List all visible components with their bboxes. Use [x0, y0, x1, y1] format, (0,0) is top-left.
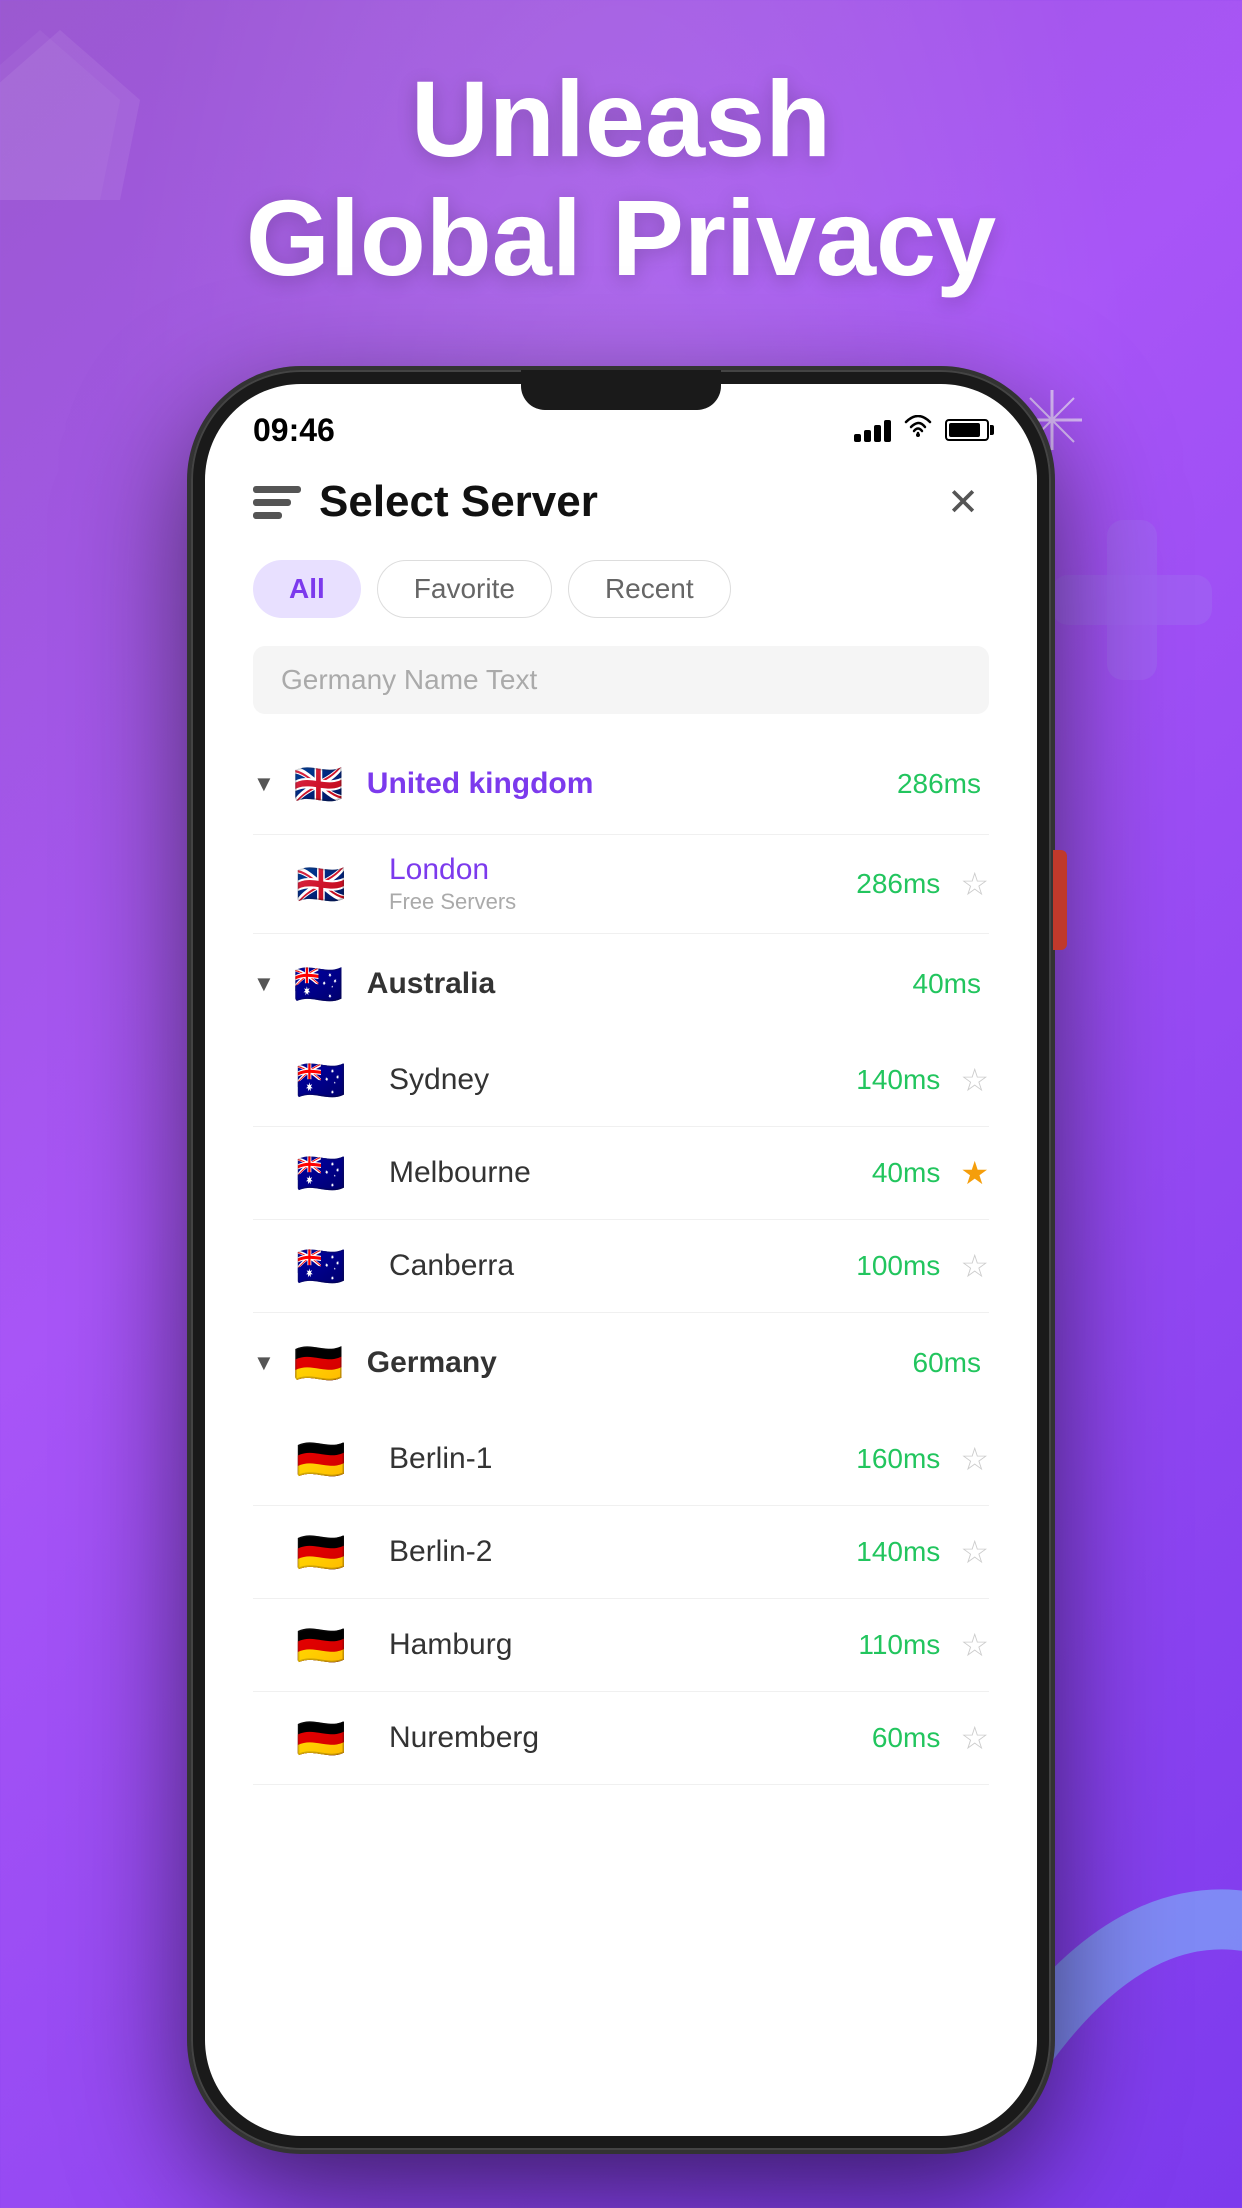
- ping-canberra: 100ms: [856, 1250, 940, 1282]
- city-name-berlin2: Berlin-2: [389, 1535, 856, 1569]
- city-name-sydney: Sydney: [389, 1063, 856, 1097]
- country-name-de: Germany: [367, 1346, 913, 1380]
- flag-de: 🇩🇪: [291, 1335, 347, 1391]
- city-name-nuremberg: Nuremberg: [389, 1721, 872, 1755]
- ping-nuremberg: 60ms: [872, 1722, 940, 1754]
- flag-london: 🇬🇧: [293, 856, 349, 912]
- app-main-content: Select Server ✕ All Favorite Recent Germ…: [205, 456, 1037, 1785]
- city-info-melbourne: Melbourne: [389, 1156, 872, 1190]
- ping-london: 286ms: [856, 868, 940, 900]
- city-row-melbourne[interactable]: 🇦🇺 Melbourne 40ms ★: [253, 1127, 989, 1220]
- flag-melbourne: 🇦🇺: [293, 1145, 349, 1201]
- flag-hamburg: 🇩🇪: [293, 1617, 349, 1673]
- star-hamburg[interactable]: ☆: [960, 1626, 989, 1664]
- ping-berlin1: 160ms: [856, 1443, 940, 1475]
- wifi-icon: [903, 415, 933, 446]
- ping-hamburg: 110ms: [858, 1629, 940, 1661]
- search-placeholder: Germany Name Text: [281, 664, 537, 695]
- flag-uk: 🇬🇧: [291, 756, 347, 812]
- city-name-london: London: [389, 853, 856, 887]
- battery-icon: [945, 419, 989, 441]
- ping-berlin2: 140ms: [856, 1536, 940, 1568]
- ping-au: 40ms: [913, 968, 981, 1000]
- city-info-canberra: Canberra: [389, 1249, 856, 1283]
- phone-device: 09:46: [191, 370, 1051, 2150]
- ping-de: 60ms: [913, 1347, 981, 1379]
- hero-line2: Global Privacy: [40, 179, 1202, 298]
- deco-cross-shape: [1052, 520, 1212, 680]
- city-name-hamburg: Hamburg: [389, 1628, 858, 1662]
- city-row-canberra[interactable]: 🇦🇺 Canberra 100ms ☆: [253, 1220, 989, 1313]
- city-info-hamburg: Hamburg: [389, 1628, 858, 1662]
- country-name-au: Australia: [367, 967, 913, 1001]
- city-name-melbourne: Melbourne: [389, 1156, 872, 1190]
- city-subtitle-london: Free Servers: [389, 889, 856, 915]
- ping-melbourne: 40ms: [872, 1157, 940, 1189]
- city-info-london: London Free Servers: [389, 853, 856, 915]
- flag-sydney: 🇦🇺: [293, 1052, 349, 1108]
- city-row-berlin1[interactable]: 🇩🇪 Berlin-1 160ms ☆: [253, 1413, 989, 1506]
- flag-au: 🇦🇺: [291, 956, 347, 1012]
- tab-recent[interactable]: Recent: [568, 560, 731, 618]
- country-row-au[interactable]: ▼ 🇦🇺 Australia 40ms: [253, 934, 989, 1034]
- hero-line1: Unleash: [40, 60, 1202, 179]
- city-info-nuremberg: Nuremberg: [389, 1721, 872, 1755]
- star-melbourne[interactable]: ★: [960, 1154, 989, 1192]
- chevron-au: ▼: [253, 971, 275, 997]
- phone-screen: 09:46: [205, 384, 1037, 2136]
- search-bar[interactable]: Germany Name Text: [253, 646, 989, 714]
- flag-berlin1: 🇩🇪: [293, 1431, 349, 1487]
- city-info-berlin2: Berlin-2: [389, 1535, 856, 1569]
- city-row-london[interactable]: 🇬🇧 London Free Servers 286ms ☆: [253, 835, 989, 934]
- city-info-berlin1: Berlin-1: [389, 1442, 856, 1476]
- status-time: 09:46: [253, 412, 335, 449]
- country-row-de[interactable]: ▼ 🇩🇪 Germany 60ms: [253, 1313, 989, 1413]
- hero-text: Unleash Global Privacy: [0, 60, 1242, 298]
- flag-nuremberg: 🇩🇪: [293, 1710, 349, 1766]
- server-list-icon: [253, 482, 301, 522]
- city-row-berlin2[interactable]: 🇩🇪 Berlin-2 140ms ☆: [253, 1506, 989, 1599]
- city-name-berlin1: Berlin-1: [389, 1442, 856, 1476]
- flag-berlin2: 🇩🇪: [293, 1524, 349, 1580]
- star-berlin1[interactable]: ☆: [960, 1440, 989, 1478]
- tab-favorite[interactable]: Favorite: [377, 560, 552, 618]
- page-title: Select Server: [319, 477, 598, 527]
- star-london[interactable]: ☆: [960, 865, 989, 903]
- star-berlin2[interactable]: ☆: [960, 1533, 989, 1571]
- server-list: ▼ 🇬🇧 United kingdom 286ms 🇬🇧 London Free…: [253, 734, 989, 1785]
- phone-side-button: [1053, 850, 1067, 950]
- phone-notch: [521, 370, 721, 410]
- city-row-sydney[interactable]: 🇦🇺 Sydney 140ms ☆: [253, 1034, 989, 1127]
- ping-sydney: 140ms: [856, 1064, 940, 1096]
- app-header: Select Server ✕: [253, 476, 989, 528]
- close-button[interactable]: ✕: [937, 476, 989, 528]
- ping-uk: 286ms: [897, 768, 981, 800]
- flag-canberra: 🇦🇺: [293, 1238, 349, 1294]
- filter-tabs: All Favorite Recent: [253, 560, 989, 618]
- country-name-uk: United kingdom: [367, 767, 897, 801]
- signal-icon: [854, 418, 891, 442]
- status-icons: [854, 415, 989, 446]
- phone-body: 09:46: [191, 370, 1051, 2150]
- city-info-sydney: Sydney: [389, 1063, 856, 1097]
- tab-all[interactable]: All: [253, 560, 361, 618]
- star-canberra[interactable]: ☆: [960, 1247, 989, 1285]
- star-sydney[interactable]: ☆: [960, 1061, 989, 1099]
- star-nuremberg[interactable]: ☆: [960, 1719, 989, 1757]
- country-row-uk[interactable]: ▼ 🇬🇧 United kingdom 286ms: [253, 734, 989, 835]
- title-group: Select Server: [253, 477, 598, 527]
- city-row-hamburg[interactable]: 🇩🇪 Hamburg 110ms ☆: [253, 1599, 989, 1692]
- chevron-uk: ▼: [253, 771, 275, 797]
- city-name-canberra: Canberra: [389, 1249, 856, 1283]
- city-row-nuremberg[interactable]: 🇩🇪 Nuremberg 60ms ☆: [253, 1692, 989, 1785]
- chevron-de: ▼: [253, 1350, 275, 1376]
